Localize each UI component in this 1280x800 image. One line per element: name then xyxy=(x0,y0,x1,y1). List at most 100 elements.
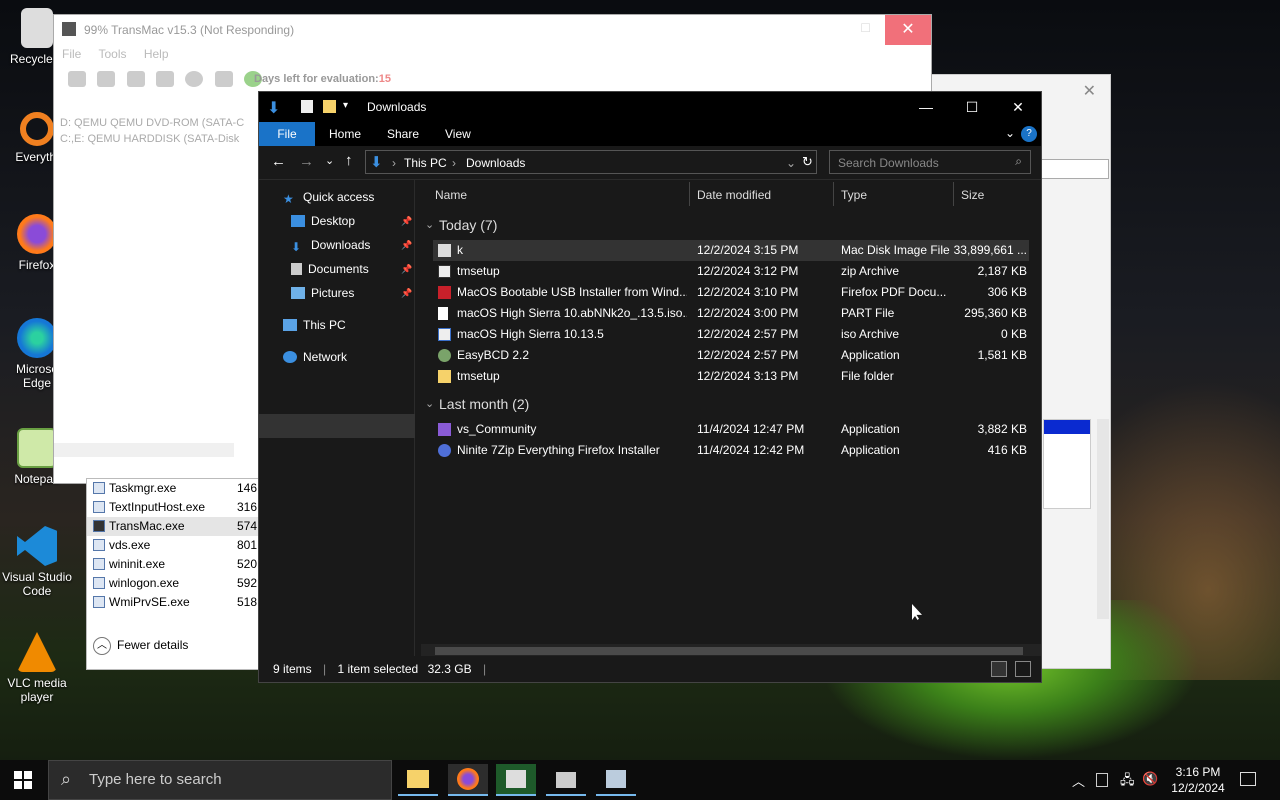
process-row[interactable]: TransMac.exe 574 xyxy=(87,517,259,536)
address-bar[interactable]: ⬇ › This PC › Downloads ⌄ ↻ xyxy=(365,150,817,174)
folder-icon[interactable] xyxy=(214,71,233,87)
process-row[interactable]: WmiPrvSE.exe 518 xyxy=(87,593,259,612)
nav-this-pc[interactable]: This PC xyxy=(283,314,346,336)
pin-icon[interactable]: 📌 xyxy=(401,216,412,227)
drive-item[interactable]: C:,E: QEMU HARDDISK (SATA-Disk xyxy=(60,133,244,145)
file-explorer-window[interactable]: ⬇ ▾ Downloads — ☐ ✕ File Home Share View… xyxy=(258,91,1042,683)
large-icons-view-icon[interactable] xyxy=(1015,661,1031,677)
expand-ribbon-icon[interactable]: ⌄ xyxy=(1005,126,1015,140)
volume-icon[interactable]: 🔇 xyxy=(1142,771,1158,787)
properties-icon[interactable] xyxy=(301,100,313,113)
tab-share[interactable]: Share xyxy=(387,127,419,141)
scrollbar-thumb[interactable] xyxy=(435,647,1023,655)
delete-icon[interactable] xyxy=(156,71,175,87)
breadcrumb-downloads[interactable]: Downloads xyxy=(466,156,525,170)
file-row[interactable]: tmsetup 12/2/2024 3:13 PM File folder xyxy=(433,366,1029,387)
tab-home[interactable]: Home xyxy=(329,127,361,141)
process-row[interactable]: vds.exe 801 xyxy=(87,536,259,555)
nav-documents[interactable]: Documents xyxy=(291,258,369,280)
tab-view[interactable]: View xyxy=(445,127,471,141)
pin-icon[interactable]: 📌 xyxy=(401,264,412,275)
installer-taskbar-icon[interactable] xyxy=(546,764,586,796)
menu-tools[interactable]: Tools xyxy=(98,47,126,61)
tool-icon[interactable] xyxy=(68,71,86,87)
collapse-group-icon[interactable]: ⌄ xyxy=(425,397,434,410)
pin-icon[interactable]: 📌 xyxy=(401,240,412,251)
help-icon[interactable]: ? xyxy=(1021,126,1037,142)
menu-file[interactable]: File xyxy=(62,47,81,61)
start-button[interactable] xyxy=(14,771,32,789)
close-button[interactable]: ✕ xyxy=(885,15,931,45)
nav-network[interactable]: Network xyxy=(283,346,347,368)
file-row[interactable]: k 12/2/2024 3:15 PM Mac Disk Image File … xyxy=(433,240,1029,261)
column-type[interactable]: Type xyxy=(841,182,867,208)
close-icon[interactable]: ✕ xyxy=(1083,81,1096,101)
fewer-details-button[interactable]: ︿ Fewer details xyxy=(93,637,188,655)
minimize-button[interactable]: — xyxy=(903,92,949,122)
vlc-icon[interactable]: VLC media player xyxy=(0,632,74,704)
file-row[interactable]: MacOS Bootable USB Installer from Wind..… xyxy=(433,282,1029,303)
file-row[interactable]: macOS High Sierra 10.abNNk2o_.13.5.iso..… xyxy=(433,303,1029,324)
file-row[interactable]: vs_Community 11/4/2024 12:47 PM Applicat… xyxy=(433,419,1029,440)
recent-locations-icon[interactable]: ⌄ xyxy=(325,154,334,167)
tool-icon[interactable] xyxy=(126,71,145,87)
nav-pictures[interactable]: Pictures xyxy=(291,282,354,304)
tool-icon[interactable] xyxy=(97,71,116,87)
column-date-modified[interactable]: Date modified xyxy=(697,182,771,208)
customize-toolbar-icon[interactable]: ▾ xyxy=(343,100,348,111)
notifications-icon[interactable] xyxy=(1240,772,1256,786)
column-separator[interactable] xyxy=(953,182,954,206)
group-header-last-month[interactable]: Last month (2) xyxy=(439,396,529,412)
device-icon[interactable] xyxy=(1096,773,1108,787)
details-view-icon[interactable] xyxy=(991,661,1007,677)
maximize-icon[interactable]: ☐ xyxy=(860,21,871,35)
search-input[interactable]: Search Downloads ⌕ xyxy=(829,150,1031,174)
process-row[interactable]: TextInputHost.exe 316 xyxy=(87,498,259,517)
nav-quick-access[interactable]: ★ Quick access xyxy=(283,186,374,208)
network-icon[interactable]: 🖧 xyxy=(1120,771,1135,793)
pictures-icon xyxy=(291,287,305,299)
maximize-button[interactable]: ☐ xyxy=(949,92,995,122)
process-row[interactable]: Taskmgr.exe 146 xyxy=(87,479,259,498)
up-button[interactable]: ↑ xyxy=(345,152,353,169)
pin-icon[interactable]: 📌 xyxy=(401,288,412,299)
collapse-group-icon[interactable]: ⌄ xyxy=(425,218,434,231)
column-separator[interactable] xyxy=(833,182,834,206)
folder-icon xyxy=(438,370,451,383)
process-row[interactable]: wininit.exe 520 xyxy=(87,555,259,574)
drive-item[interactable]: D: QEMU QEMU DVD-ROM (SATA-C xyxy=(60,117,244,129)
file-row[interactable]: EasyBCD 2.2 12/2/2024 2:57 PM Applicatio… xyxy=(433,345,1029,366)
breadcrumb-this-pc[interactable]: This PC xyxy=(404,156,447,170)
desktop-icon xyxy=(291,215,305,227)
nav-desktop[interactable]: Desktop xyxy=(291,210,355,232)
vscode-icon[interactable]: Visual Studio Code xyxy=(0,526,74,598)
info-icon[interactable] xyxy=(185,71,204,87)
close-button[interactable]: ✕ xyxy=(995,92,1041,122)
file-row[interactable]: macOS High Sierra 10.13.5 12/2/2024 2:57… xyxy=(433,324,1029,345)
column-separator[interactable] xyxy=(689,182,690,206)
refresh-icon[interactable]: ↻ xyxy=(802,154,813,170)
column-name[interactable]: Name xyxy=(435,182,467,208)
task-manager-taskbar-icon[interactable] xyxy=(596,764,636,796)
address-dropdown-icon[interactable]: ⌄ xyxy=(786,156,796,170)
file-explorer-taskbar-icon[interactable] xyxy=(398,764,438,796)
tab-file[interactable]: File xyxy=(259,122,315,146)
forward-button[interactable]: → xyxy=(299,153,314,170)
new-folder-icon[interactable] xyxy=(323,100,336,113)
quick-access-download-icon[interactable]: ⬇ xyxy=(267,98,280,118)
firefox-taskbar-icon[interactable] xyxy=(448,764,488,796)
column-size[interactable]: Size xyxy=(961,182,984,208)
process-row[interactable]: winlogon.exe 592 xyxy=(87,574,259,593)
file-row[interactable]: Ninite 7Zip Everything Firefox Installer… xyxy=(433,440,1029,461)
nav-downloads[interactable]: ⬇ Downloads xyxy=(291,234,370,256)
menu-help[interactable]: Help xyxy=(144,47,169,61)
horizontal-scrollbar[interactable] xyxy=(54,443,234,457)
taskbar-search-input[interactable]: ⌕ Type here to search xyxy=(48,760,392,800)
task-manager-window[interactable]: Taskmgr.exe 146 TextInputHost.exe 316 Tran… xyxy=(86,478,260,670)
system-clock[interactable]: 3:16 PM 12/2/2024 xyxy=(1160,764,1236,796)
chevron-up-icon[interactable]: ︿ xyxy=(1072,771,1085,790)
file-row[interactable]: tmsetup 12/2/2024 3:12 PM zip Archive 2,… xyxy=(433,261,1029,282)
back-button[interactable]: ← xyxy=(271,153,286,170)
transmac-taskbar-icon[interactable] xyxy=(496,764,536,796)
group-header-today[interactable]: Today (7) xyxy=(439,217,497,233)
